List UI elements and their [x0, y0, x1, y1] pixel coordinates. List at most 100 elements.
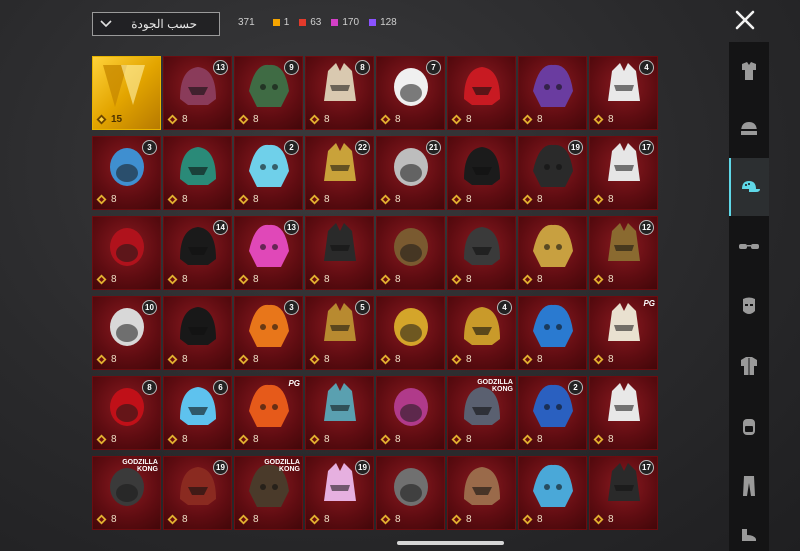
item-tile[interactable]: 15 [92, 56, 161, 130]
item-tile[interactable]: 17 8 [589, 136, 658, 210]
purple-twin-tails-icon [533, 64, 573, 107]
item-tile[interactable]: 8 [376, 216, 445, 290]
sort-dropdown[interactable]: حسب الجودة [92, 12, 220, 36]
item-tile[interactable]: 14 8 [163, 216, 232, 290]
item-tile[interactable]: 88 [305, 56, 374, 130]
item-tile[interactable]: 19 8 [305, 456, 374, 530]
diamond-icon [167, 434, 178, 445]
item-tile[interactable]: 19 8 [518, 136, 587, 210]
item-tile[interactable]: 28 [234, 136, 303, 210]
item-tile[interactable]: 28 [518, 376, 587, 450]
sidebar-item-shoes[interactable] [729, 517, 769, 551]
diamond-icon [522, 514, 533, 525]
sidebar-item-cap[interactable] [729, 158, 769, 216]
sidebar-item-glasses[interactable] [729, 217, 769, 275]
sidebar-item-shirt[interactable] [729, 337, 769, 395]
quality-count-legendary: 1 [272, 17, 289, 28]
diamond-icon [238, 354, 249, 365]
item-tile[interactable]: 58 [305, 296, 374, 370]
diamond-icon [593, 274, 604, 285]
diamond-icon [96, 434, 107, 445]
level-badge: 3 [142, 140, 157, 155]
item-quantity-value: 8 [395, 274, 401, 285]
item-tile[interactable]: GODZILLA KONG 8 [92, 456, 161, 530]
diamond-icon [451, 514, 462, 525]
item-tile[interactable]: 68 [163, 376, 232, 450]
sidebar-item-pants[interactable] [729, 457, 769, 515]
item-quantity: 8 [167, 353, 188, 366]
item-tile[interactable]: 8 [447, 56, 516, 130]
item-quantity: 8 [238, 353, 259, 366]
item-tile[interactable]: 22 8 [305, 136, 374, 210]
item-tile[interactable]: 10 8 [92, 296, 161, 370]
item-tile[interactable]: GODZILLA KONG 8 [447, 376, 516, 450]
item-tile[interactable]: 78 [376, 56, 445, 130]
level-badge: 9 [284, 60, 299, 75]
quality-swatch [331, 19, 339, 26]
item-tile[interactable]: 17 8 [589, 456, 658, 530]
item-tile[interactable]: 8 [589, 376, 658, 450]
item-tile[interactable]: 88 [92, 376, 161, 450]
item-quantity: 8 [451, 433, 472, 446]
quality-swatch [272, 19, 280, 26]
item-quantity: 8 [167, 113, 188, 126]
item-tile[interactable]: 8 [518, 456, 587, 530]
item-tile[interactable]: GODZILLA KONG 8 [234, 456, 303, 530]
sidebar-item-backpack[interactable] [729, 397, 769, 455]
item-tile[interactable]: 19 8 [163, 456, 232, 530]
diamond-icon [522, 114, 533, 125]
item-tile[interactable]: 48 [447, 296, 516, 370]
brand-tag: GODZILLA KONG [122, 459, 158, 473]
item-quantity-value: 8 [537, 114, 543, 125]
level-badge: 8 [355, 60, 370, 75]
item-quantity: 8 [96, 193, 117, 206]
item-tile[interactable]: 8 [518, 216, 587, 290]
close-button[interactable] [730, 6, 760, 36]
item-quantity: 8 [451, 193, 472, 206]
red-helmet-icon [464, 67, 500, 105]
shoes-icon [742, 529, 756, 541]
item-tile[interactable]: 38 [92, 136, 161, 210]
item-tile[interactable]: 8 [447, 456, 516, 530]
item-quantity-value: 8 [182, 114, 188, 125]
item-tile[interactable]: PG 8 [234, 376, 303, 450]
item-tile[interactable]: 8 [518, 56, 587, 130]
sidebar-item-outfit[interactable] [729, 42, 769, 100]
backpack-icon [743, 419, 755, 435]
item-tile[interactable]: PG 8 [589, 296, 658, 370]
item-tile[interactable]: 8 [376, 456, 445, 530]
item-tile[interactable]: 8 [305, 376, 374, 450]
item-tile[interactable]: 8 [376, 296, 445, 370]
item-tile[interactable]: 12 8 [589, 216, 658, 290]
item-tile[interactable]: 8 [163, 296, 232, 370]
sidebar-item-helmet[interactable] [729, 100, 769, 158]
item-tile[interactable]: 8 [518, 296, 587, 370]
cat-ear-helmet-icon [464, 227, 500, 265]
item-quantity: 8 [238, 433, 259, 446]
item-tile[interactable]: 8 [92, 216, 161, 290]
item-tile[interactable]: 38 [234, 296, 303, 370]
item-tile[interactable]: 8 [163, 136, 232, 210]
item-quantity: 15 [96, 113, 122, 126]
quality-swatch [369, 19, 377, 26]
item-quantity: 8 [238, 193, 259, 206]
scroll-indicator[interactable] [397, 541, 504, 545]
item-tile[interactable]: 98 [234, 56, 303, 130]
helmet-icon [741, 122, 757, 135]
item-tile[interactable]: 8 [447, 136, 516, 210]
item-tile[interactable]: 8 [376, 376, 445, 450]
item-quantity: 8 [96, 433, 117, 446]
item-quantity-value: 8 [395, 114, 401, 125]
diamond-icon [522, 354, 533, 365]
item-tile[interactable]: 8 [305, 216, 374, 290]
item-tile[interactable]: 21 8 [376, 136, 445, 210]
item-tile[interactable]: 13 8 [234, 216, 303, 290]
item-tile[interactable]: 48 [589, 56, 658, 130]
item-tile[interactable]: 8 [447, 216, 516, 290]
diamond-icon [238, 114, 249, 125]
item-tile[interactable]: 13 8 [163, 56, 232, 130]
sidebar-item-mask[interactable] [729, 277, 769, 335]
item-quantity-value: 8 [182, 194, 188, 205]
item-quantity-value: 8 [111, 274, 117, 285]
level-badge: 13 [284, 220, 299, 235]
